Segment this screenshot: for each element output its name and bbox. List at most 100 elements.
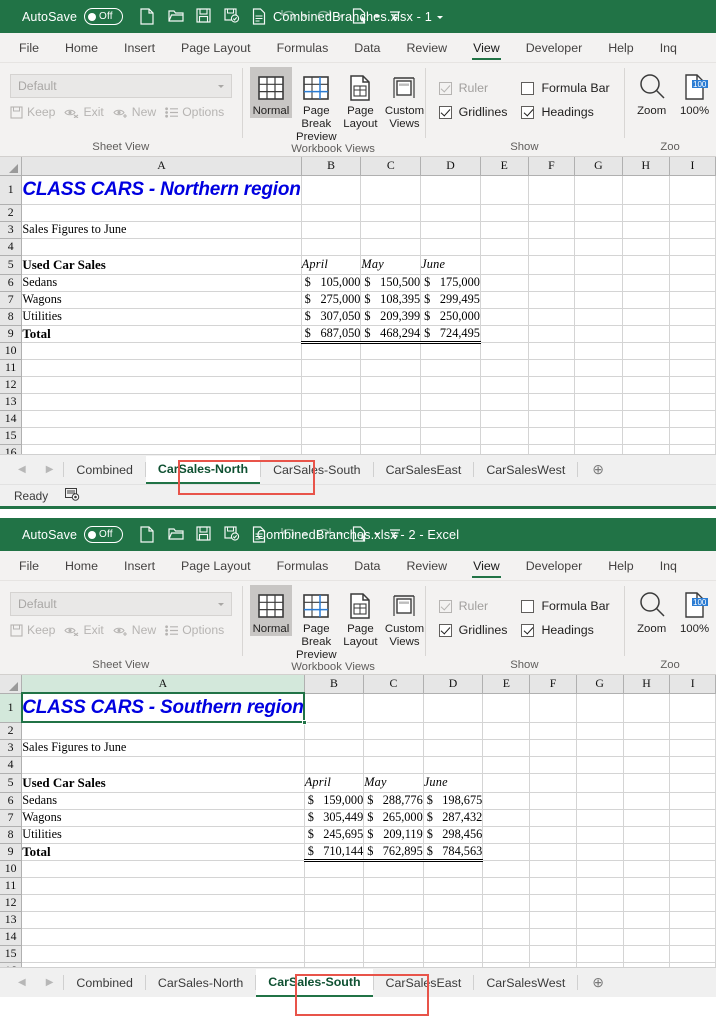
cell-c2[interactable]	[364, 722, 424, 739]
tab-review[interactable]: Review	[393, 551, 460, 580]
undo-chevron-down-icon[interactable]	[300, 527, 309, 543]
tab-page-layout[interactable]: Page Layout	[168, 33, 264, 62]
cell-c15[interactable]	[364, 945, 424, 962]
cell-c5-month[interactable]: May	[361, 255, 421, 274]
page-break-preview-button[interactable]: Page Break Preview	[294, 67, 338, 143]
cell-g4[interactable]	[575, 238, 622, 255]
customize-qat-icon[interactable]	[388, 526, 404, 544]
cell-a11[interactable]	[22, 877, 305, 894]
tab-inquire[interactable]: Inq	[647, 33, 690, 62]
cell-i10[interactable]	[669, 342, 715, 359]
cell-f10[interactable]	[530, 860, 576, 877]
cell-d12[interactable]	[421, 376, 481, 393]
cell-g3[interactable]	[576, 739, 623, 756]
cell-g2[interactable]	[576, 722, 623, 739]
cell-d8-value[interactable]: $250,000	[421, 308, 481, 325]
cell-e6[interactable]	[483, 792, 530, 809]
cell-e10[interactable]	[480, 342, 528, 359]
row-header-9[interactable]: 9	[0, 325, 22, 342]
cell-d10[interactable]	[421, 342, 481, 359]
row-header-4[interactable]: 4	[0, 756, 22, 773]
sheet-view-options-button[interactable]: Options	[165, 623, 224, 637]
select-all-corner[interactable]	[0, 157, 22, 175]
cell-d13[interactable]	[421, 393, 481, 410]
checkbox-formula-bar[interactable]: Formula Bar	[521, 599, 609, 613]
title-chevron-down-icon[interactable]	[437, 16, 443, 19]
cell-e4[interactable]	[480, 238, 528, 255]
cell-g15[interactable]	[576, 945, 623, 962]
cell-f1[interactable]	[530, 693, 576, 722]
cell-c1[interactable]	[364, 693, 424, 722]
customize-qat-icon[interactable]	[388, 8, 404, 26]
column-header-h[interactable]: H	[623, 675, 670, 693]
cell-f6[interactable]	[530, 792, 576, 809]
cell-c15[interactable]	[361, 427, 421, 444]
row-header-6[interactable]: 6	[0, 792, 22, 809]
cell-i10[interactable]	[670, 860, 716, 877]
cell-h13[interactable]	[623, 911, 670, 928]
cell-e10[interactable]	[483, 860, 530, 877]
cell-b2[interactable]	[301, 204, 361, 221]
redo-chevron-down-icon[interactable]	[336, 527, 345, 543]
column-header-f[interactable]: F	[528, 157, 575, 175]
cell-c11[interactable]	[361, 359, 421, 376]
cell-e13[interactable]	[483, 911, 530, 928]
cell-f11[interactable]	[530, 877, 576, 894]
cell-b7-value[interactable]: $305,449	[304, 809, 364, 826]
tab-help[interactable]: Help	[595, 33, 646, 62]
cell-b10[interactable]	[301, 342, 361, 359]
cell-f5[interactable]	[530, 773, 576, 792]
cell-d4[interactable]	[423, 756, 483, 773]
column-header-i[interactable]: I	[669, 157, 715, 175]
cell-e6[interactable]	[480, 274, 528, 291]
cell-a1-selected[interactable]: CLASS CARS - Southern region	[22, 693, 305, 722]
cell-i15[interactable]	[670, 945, 716, 962]
column-header-g[interactable]: G	[575, 157, 622, 175]
row-header-5[interactable]: 5	[0, 773, 22, 792]
cell-h4[interactable]	[622, 238, 669, 255]
cell-e15[interactable]	[483, 945, 530, 962]
column-header-c[interactable]: C	[364, 675, 424, 693]
cell-f7[interactable]	[530, 809, 576, 826]
cell-a8-category[interactable]: Utilities	[22, 308, 301, 325]
cell-i1[interactable]	[670, 693, 716, 722]
cell-c14[interactable]	[364, 928, 424, 945]
page-layout-button[interactable]: Page Layout	[340, 585, 380, 649]
zoom-button[interactable]: Zoom	[630, 587, 673, 635]
cell-a13[interactable]	[22, 393, 301, 410]
sheet-view-options-button[interactable]: Options	[165, 105, 224, 119]
cell-d10[interactable]	[423, 860, 483, 877]
cell-b7-value[interactable]: $275,000	[301, 291, 361, 308]
cell-a6-category[interactable]: Sedans	[22, 274, 301, 291]
cell-i11[interactable]	[669, 359, 715, 376]
custom-views-button[interactable]: Custom Views	[382, 67, 426, 131]
cell-f4[interactable]	[530, 756, 576, 773]
cell-c10[interactable]	[364, 860, 424, 877]
cell-c6-value[interactable]: $150,500	[361, 274, 421, 291]
tab-formulas[interactable]: Formulas	[264, 33, 342, 62]
redo-icon[interactable]	[316, 526, 332, 544]
cell-e14[interactable]	[480, 410, 528, 427]
cell-h6[interactable]	[622, 274, 669, 291]
cell-c6-value[interactable]: $288,776	[364, 792, 424, 809]
cell-f8[interactable]	[528, 308, 575, 325]
add-sheet-button[interactable]: ⊕	[578, 455, 618, 484]
worksheet-grid-south[interactable]: A B C D E F G H I 1 CLASS CARS - Souther…	[0, 675, 716, 967]
row-header-10[interactable]: 10	[0, 860, 22, 877]
cell-e12[interactable]	[483, 894, 530, 911]
cell-b15[interactable]	[304, 945, 364, 962]
checkbox-ruler[interactable]: Ruler	[439, 81, 508, 95]
cell-g15[interactable]	[575, 427, 622, 444]
cell-c10[interactable]	[361, 342, 421, 359]
macro-record-icon[interactable]	[65, 488, 80, 504]
autosave-toggle[interactable]: Off	[84, 526, 123, 543]
cell-e2[interactable]	[483, 722, 530, 739]
cell-a3[interactable]: Sales Figures to June	[22, 221, 301, 238]
column-header-e[interactable]: E	[483, 675, 530, 693]
cell-a6-category[interactable]: Sedans	[22, 792, 305, 809]
row-header-12[interactable]: 12	[0, 894, 22, 911]
cell-f2[interactable]	[528, 204, 575, 221]
sheet-view-new-button[interactable]: New	[113, 623, 156, 637]
previous-sheet-icon[interactable]: ◀	[18, 464, 26, 475]
checkbox-formula-bar[interactable]: Formula Bar	[521, 81, 609, 95]
